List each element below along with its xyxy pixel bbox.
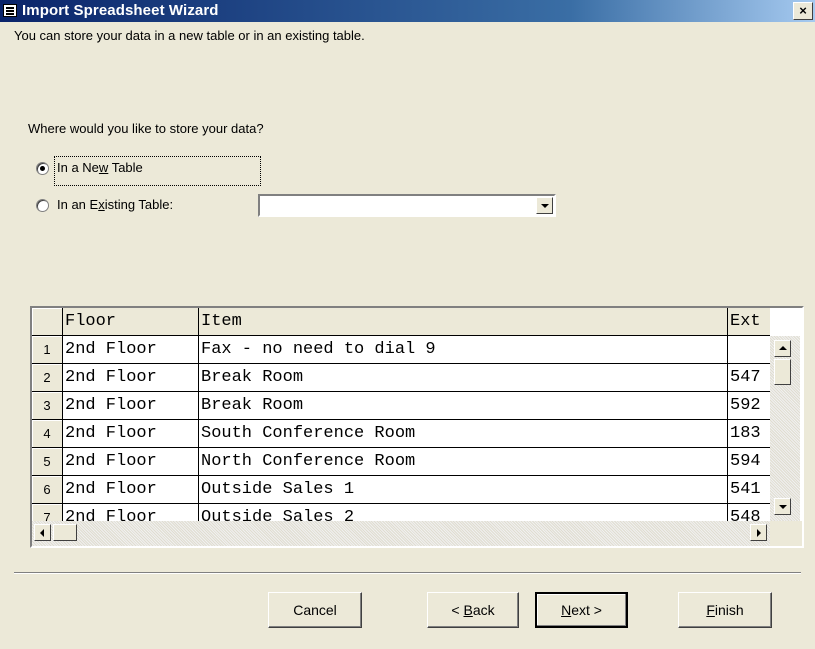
window-title: Import Spreadsheet Wizard [22, 2, 219, 19]
finish-button[interactable]: Finish [678, 592, 772, 628]
row-number: 4 [32, 420, 63, 448]
cell-ext [728, 336, 770, 364]
cell-ext: 548 [728, 504, 770, 521]
row-number: 7 [32, 504, 63, 521]
chevron-down-icon [541, 204, 549, 208]
cell-item: Break Room [199, 392, 728, 420]
existing-table-combo[interactable] [258, 194, 556, 217]
arrow-up-icon [779, 346, 787, 350]
scrollbar-corner [770, 521, 802, 546]
title-bar[interactable]: Import Spreadsheet Wizard × [0, 0, 815, 22]
new-table-label-after: Table [108, 160, 143, 175]
cell-item: Outside Sales 1 [199, 476, 728, 504]
table-icon [3, 4, 17, 17]
cell-floor: 2nd Floor [63, 336, 199, 364]
existing-table-radio[interactable] [36, 199, 49, 212]
back-button-before: < [451, 602, 464, 618]
next-button-mnemonic: N [561, 602, 572, 618]
import-spreadsheet-wizard-dialog: Import Spreadsheet Wizard × You can stor… [0, 0, 815, 649]
existing-table-label-before: In an E [57, 197, 99, 212]
question-text: Where would you like to store your data? [28, 121, 264, 136]
row-number: 6 [32, 476, 63, 504]
cell-item: Fax - no need to dial 9 [199, 336, 728, 364]
arrow-right-icon [757, 529, 761, 537]
cancel-button[interactable]: Cancel [268, 592, 362, 628]
existing-table-label[interactable]: In an Existing Table: [57, 197, 173, 212]
cell-ext: 547 [728, 364, 770, 392]
next-button-after: ext > [571, 602, 602, 618]
new-table-label[interactable]: In a New Table [57, 160, 143, 175]
cell-floor: 2nd Floor [63, 364, 199, 392]
row-number: 2 [32, 364, 63, 392]
cell-floor: 2nd Floor [63, 392, 199, 420]
intro-text: You can store your data in a new table o… [14, 28, 365, 43]
cell-ext: 541 [728, 476, 770, 504]
row-number: 1 [32, 336, 63, 364]
back-button-mnemonic: B [463, 602, 473, 618]
cell-floor: 2nd Floor [63, 476, 199, 504]
cell-item: North Conference Room [199, 448, 728, 476]
column-header-floor[interactable]: Floor [63, 308, 199, 336]
scroll-up-button[interactable] [774, 340, 791, 357]
next-button[interactable]: Next > [535, 592, 628, 628]
new-table-radio[interactable] [36, 162, 49, 175]
arrow-left-icon [40, 529, 44, 537]
cell-floor: 2nd Floor [63, 504, 199, 521]
close-button[interactable]: × [793, 2, 813, 20]
scroll-left-button[interactable] [34, 524, 51, 541]
arrow-down-icon [779, 505, 787, 509]
new-table-label-mnemonic: w [98, 160, 109, 175]
vertical-scrollbar[interactable] [770, 336, 800, 521]
cell-item: South Conference Room [199, 420, 728, 448]
back-button-after: ack [472, 602, 495, 618]
existing-table-label-after: isting Table: [104, 197, 174, 212]
scroll-right-button[interactable] [750, 524, 767, 541]
row-number: 3 [32, 392, 63, 420]
new-table-label-before: In a Ne [57, 160, 99, 175]
horizontal-scrollbar[interactable] [32, 521, 770, 546]
button-separator [14, 572, 801, 574]
finish-button-mnemonic: F [706, 602, 715, 618]
horizontal-scroll-thumb[interactable] [53, 524, 77, 541]
cell-ext: 183 [728, 420, 770, 448]
data-preview-grid: Floor Item Ext 1 2nd Floor Fax - no need… [30, 306, 804, 548]
cell-item: Outside Sales 2 [199, 504, 728, 521]
grid-corner-cell [32, 308, 63, 336]
cell-floor: 2nd Floor [63, 420, 199, 448]
cell-ext: 592 [728, 392, 770, 420]
column-header-item[interactable]: Item [199, 308, 728, 336]
cell-floor: 2nd Floor [63, 448, 199, 476]
scroll-down-button[interactable] [774, 498, 791, 515]
combo-dropdown-button[interactable] [536, 197, 553, 214]
vertical-scroll-thumb[interactable] [774, 359, 791, 385]
column-header-ext[interactable]: Ext [728, 308, 770, 336]
cell-item: Break Room [199, 364, 728, 392]
back-button[interactable]: < Back [427, 592, 519, 628]
grid-viewport: Floor Item Ext 1 2nd Floor Fax - no need… [32, 308, 770, 521]
cell-ext: 594 [728, 448, 770, 476]
row-number: 5 [32, 448, 63, 476]
finish-button-after: inish [714, 602, 744, 618]
